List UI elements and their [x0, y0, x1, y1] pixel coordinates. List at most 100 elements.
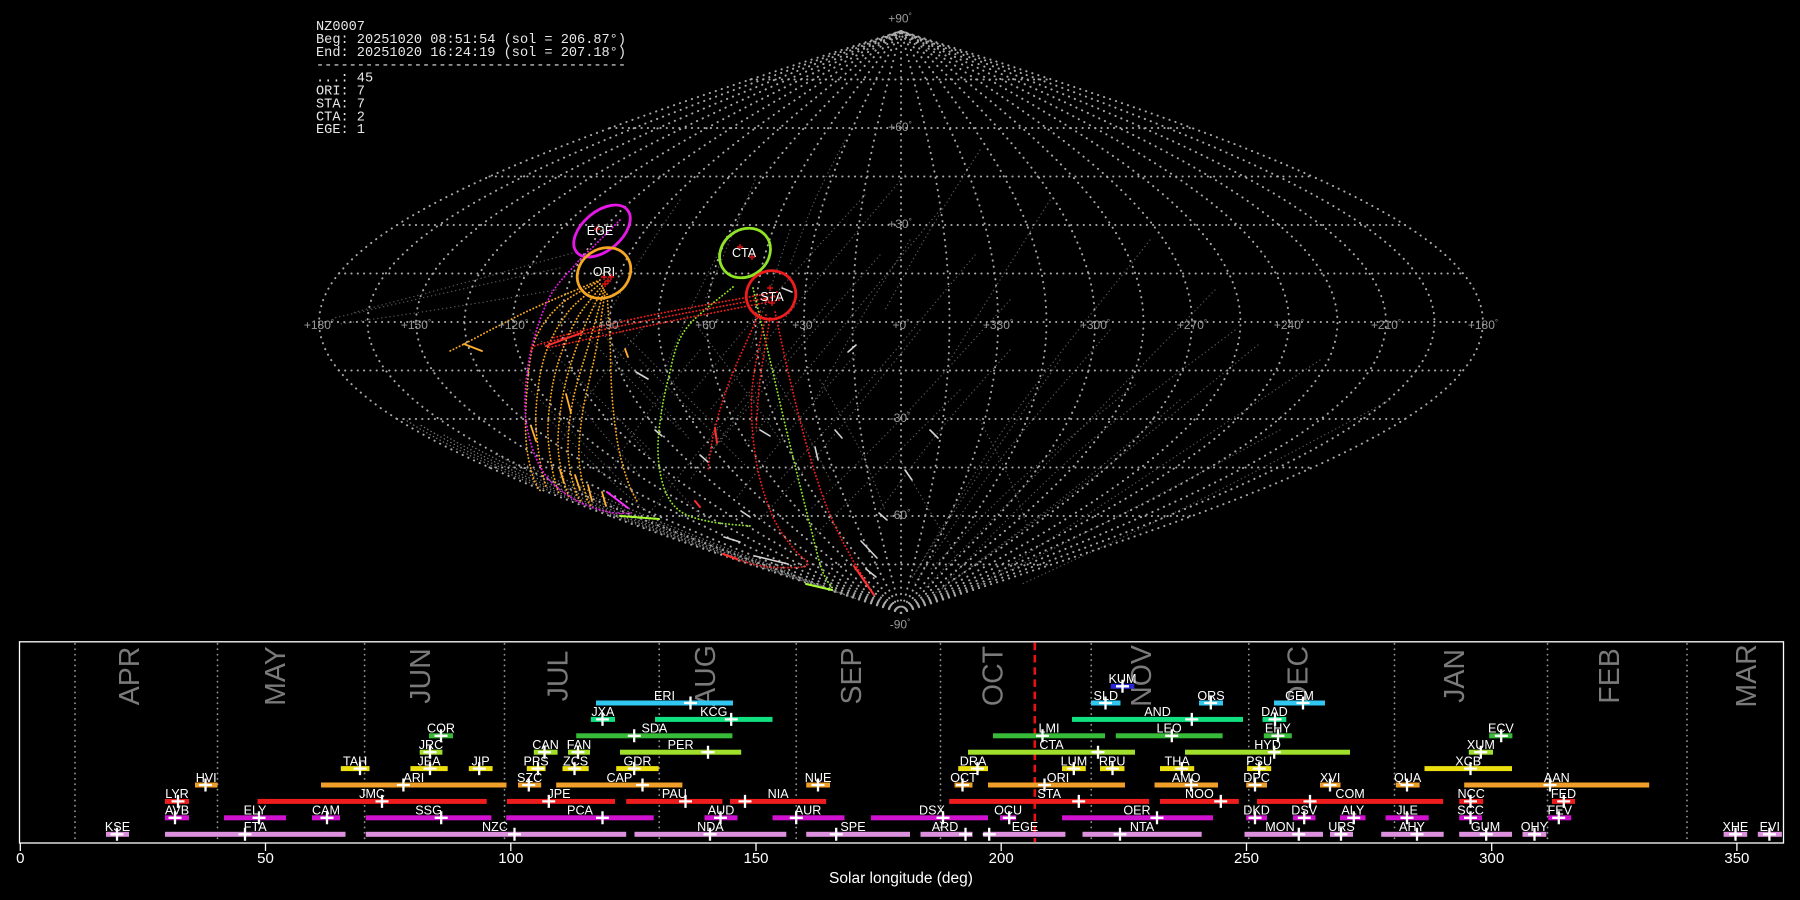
svg-text:XHE: XHE: [1722, 820, 1748, 834]
svg-text:GUM: GUM: [1471, 820, 1500, 834]
svg-text:ZCS: ZCS: [563, 754, 588, 768]
svg-text:+180°: +180°: [1468, 318, 1498, 332]
svg-text:MAY: MAY: [260, 646, 292, 706]
svg-text:DKD: DKD: [1243, 804, 1270, 818]
svg-text:Solar longitude (deg): Solar longitude (deg): [829, 870, 973, 887]
svg-text:OCT: OCT: [978, 646, 1010, 706]
svg-text:CAN: CAN: [532, 738, 559, 752]
svg-text:+180°: +180°: [304, 318, 334, 332]
svg-text:AAN: AAN: [1544, 771, 1570, 785]
svg-text:JMC: JMC: [359, 787, 385, 801]
svg-text:JUL: JUL: [543, 651, 575, 702]
svg-text:NTA: NTA: [1130, 820, 1155, 834]
svg-text:350: 350: [1724, 850, 1749, 867]
svg-text:GEM: GEM: [1285, 689, 1314, 703]
svg-text:ECV: ECV: [1488, 722, 1514, 736]
svg-text:CTA: CTA: [1039, 738, 1064, 752]
svg-text:+90°: +90°: [888, 12, 912, 26]
svg-text:+120°: +120°: [498, 318, 528, 332]
svg-text:100: 100: [498, 850, 523, 867]
svg-text:NOO: NOO: [1185, 787, 1214, 801]
svg-text:+60°: +60°: [888, 120, 912, 134]
svg-text:XUM: XUM: [1467, 738, 1495, 752]
svg-text:200: 200: [989, 850, 1014, 867]
svg-text:PER: PER: [668, 738, 694, 752]
svg-text:MON: MON: [1265, 820, 1294, 834]
svg-text:300: 300: [1479, 850, 1504, 867]
svg-text:LYR: LYR: [165, 787, 189, 801]
svg-text:LMI: LMI: [1039, 722, 1060, 736]
svg-text:XCB: XCB: [1455, 754, 1481, 768]
svg-text:+30°: +30°: [792, 318, 816, 332]
svg-text:ORS: ORS: [1197, 689, 1224, 703]
svg-text:JIP: JIP: [471, 754, 489, 768]
svg-text:RPU: RPU: [1099, 754, 1126, 768]
svg-text:XVI: XVI: [1320, 771, 1340, 785]
svg-text:NZC: NZC: [482, 820, 508, 834]
svg-text:NDA: NDA: [697, 820, 724, 834]
svg-text:50: 50: [257, 850, 274, 867]
svg-text:LUM: LUM: [1061, 754, 1088, 768]
svg-text:TAH: TAH: [343, 754, 367, 768]
svg-text:+330°: +330°: [983, 318, 1013, 332]
svg-text:SZC: SZC: [517, 771, 542, 785]
svg-text:ORI: ORI: [593, 265, 615, 279]
svg-text:EGE: 1: EGE: 1: [316, 123, 365, 138]
svg-text:DRA: DRA: [960, 754, 987, 768]
svg-text:QUA: QUA: [1394, 771, 1422, 785]
svg-text:NIA: NIA: [768, 787, 790, 801]
svg-text:DAD: DAD: [1261, 705, 1288, 719]
svg-text:NUE: NUE: [805, 771, 832, 785]
svg-text:NCC: NCC: [1458, 787, 1485, 801]
svg-text:SCC: SCC: [1457, 804, 1484, 818]
svg-text:PAU: PAU: [662, 787, 687, 801]
svg-text:+60°: +60°: [695, 318, 719, 332]
svg-text:URS: URS: [1328, 820, 1355, 834]
svg-text:AMO: AMO: [1172, 771, 1201, 785]
svg-text:APR: APR: [114, 647, 146, 706]
svg-text:DPC: DPC: [1243, 771, 1270, 785]
svg-text:HVI: HVI: [196, 771, 217, 785]
svg-text:ARI: ARI: [403, 771, 424, 785]
svg-text:FED: FED: [1551, 787, 1576, 801]
svg-text:THA: THA: [1165, 754, 1191, 768]
svg-text:250: 250: [1234, 850, 1259, 867]
svg-text:KUM: KUM: [1109, 672, 1137, 686]
svg-text:DSX: DSX: [919, 804, 945, 818]
svg-text:AUG: AUG: [690, 645, 722, 707]
svg-text:ERI: ERI: [654, 689, 675, 703]
svg-text:PPS: PPS: [523, 754, 548, 768]
svg-text:DSV: DSV: [1291, 804, 1317, 818]
svg-text:+300°: +300°: [1080, 318, 1110, 332]
svg-text:KSE: KSE: [105, 820, 130, 834]
svg-text:CAM: CAM: [312, 804, 340, 818]
svg-text:GDR: GDR: [624, 754, 652, 768]
svg-text:FEB: FEB: [1594, 648, 1626, 703]
svg-text:STA: STA: [1037, 787, 1061, 801]
svg-text:+210°: +210°: [1371, 318, 1401, 332]
svg-text:AUR: AUR: [795, 804, 822, 818]
svg-text:AHY: AHY: [1399, 820, 1425, 834]
svg-text:FAN: FAN: [567, 738, 592, 752]
svg-text:EGE: EGE: [587, 224, 613, 238]
svg-text:AND: AND: [1144, 705, 1171, 719]
svg-text:+240°: +240°: [1274, 318, 1304, 332]
svg-text:EHY: EHY: [1265, 722, 1291, 736]
svg-text:COM: COM: [1335, 787, 1364, 801]
svg-text:OHY: OHY: [1521, 820, 1549, 834]
svg-text:EVI: EVI: [1760, 820, 1780, 834]
svg-text:+90°: +90°: [598, 318, 622, 332]
svg-text:JRC: JRC: [419, 738, 444, 752]
svg-text:KCG: KCG: [700, 705, 727, 719]
svg-text:OER: OER: [1123, 804, 1150, 818]
svg-text:SPE: SPE: [840, 820, 865, 834]
svg-text:FTA: FTA: [244, 820, 267, 834]
svg-text:MAR: MAR: [1731, 644, 1763, 707]
svg-text:+30°: +30°: [888, 217, 912, 231]
svg-text:SSG: SSG: [415, 804, 442, 818]
svg-text:OCT: OCT: [950, 771, 977, 785]
svg-text:+150°: +150°: [401, 318, 431, 332]
svg-text:JPE: JPE: [547, 787, 570, 801]
svg-text:SLD: SLD: [1094, 689, 1119, 703]
svg-text:STA: STA: [760, 290, 784, 304]
